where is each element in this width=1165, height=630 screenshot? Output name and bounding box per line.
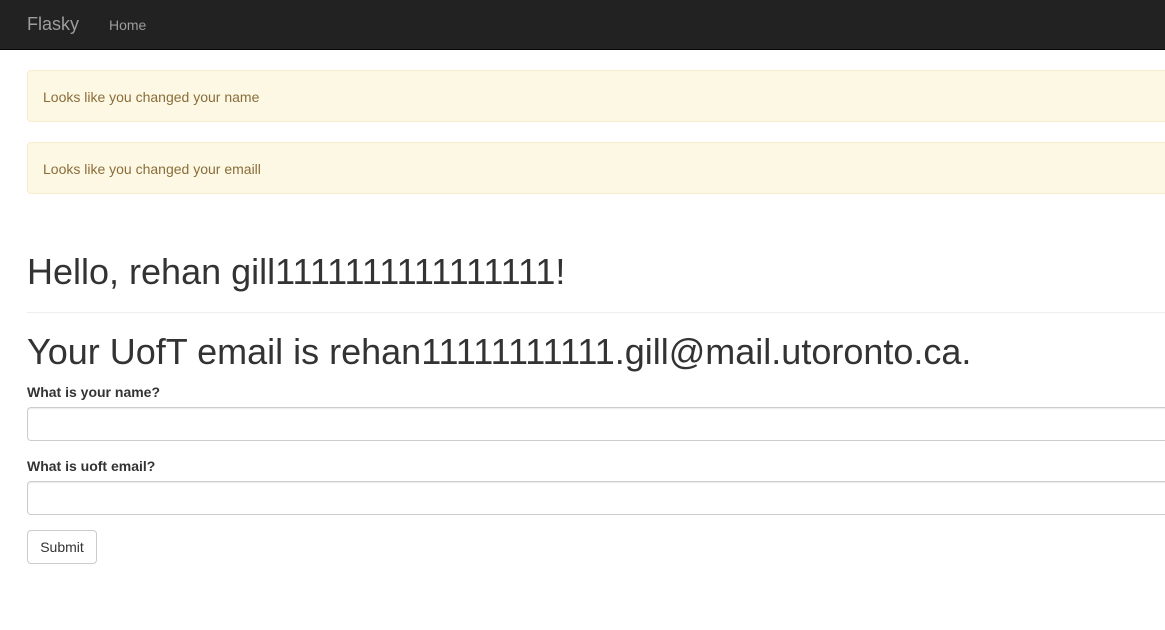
brand-link[interactable]: Flasky <box>27 13 79 35</box>
email-label: What is uoft email? <box>27 458 156 474</box>
name-input[interactable] <box>27 407 1165 441</box>
greeting-heading: Hello, rehan gill1111111111111111! <box>27 251 566 292</box>
nav-link-home[interactable]: Home <box>109 16 146 34</box>
navbar: Flasky Home <box>0 0 1165 50</box>
email-input[interactable] <box>27 481 1165 515</box>
alert-email-changed: Looks like you changed your emaill <box>27 142 1165 194</box>
email-heading: Your UofT email is rehan11111111111.gill… <box>27 331 972 372</box>
submit-button[interactable]: Submit <box>27 530 97 564</box>
alert-name-changed: Looks like you changed your name <box>27 70 1165 122</box>
page-header-divider <box>27 312 1165 313</box>
name-label: What is your name? <box>27 384 161 400</box>
